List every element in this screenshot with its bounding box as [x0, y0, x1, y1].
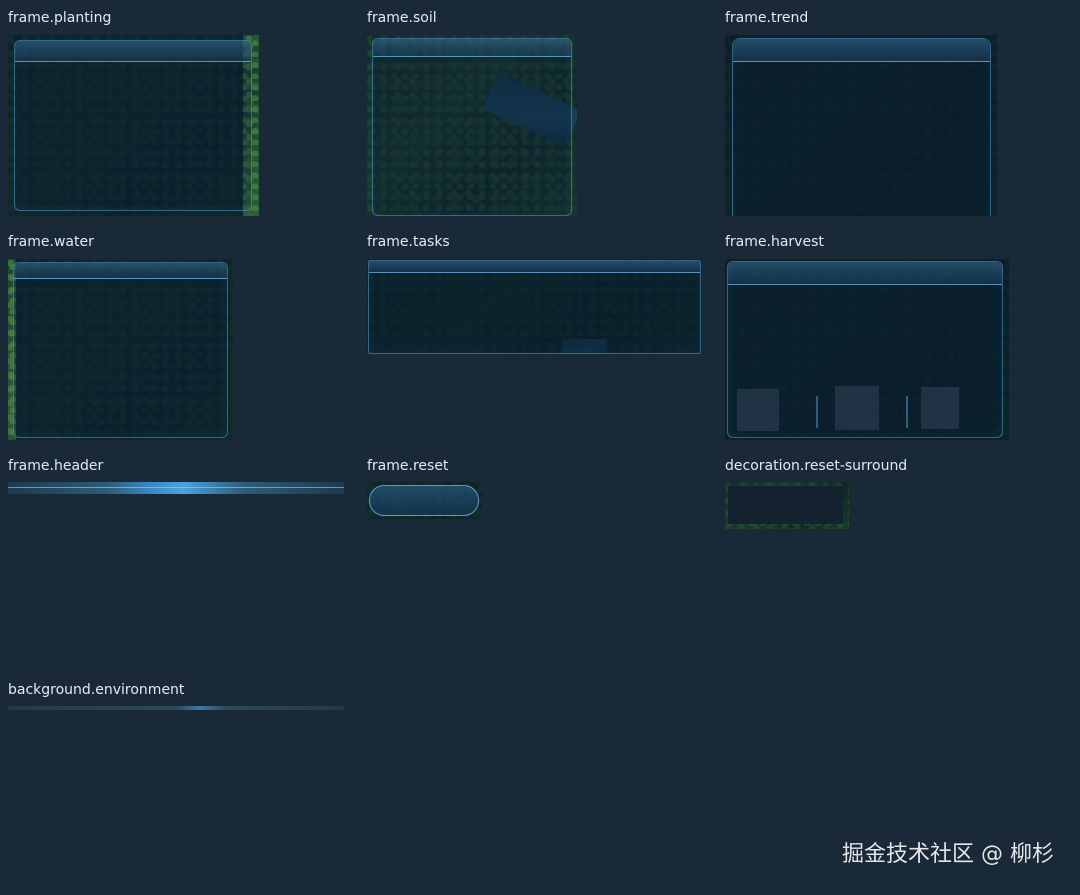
- panel-header: [733, 39, 990, 62]
- inner-fill: [728, 486, 843, 524]
- label-frame-reset: frame.reset: [367, 458, 449, 474]
- reset-button-frame: [369, 485, 479, 516]
- label-frame-planting: frame.planting: [8, 10, 112, 26]
- divider-line: [816, 396, 818, 428]
- watermark: 掘金技术社区 @ 柳杉: [842, 842, 1054, 867]
- background-environment-thumbnail[interactable]: [8, 706, 344, 710]
- frame-reset-thumbnail[interactable]: [367, 482, 482, 519]
- frame-tasks-thumbnail[interactable]: [367, 259, 702, 354]
- frame-soil-thumbnail[interactable]: [367, 35, 577, 216]
- panel-header: [15, 41, 251, 62]
- label-frame-tasks: frame.tasks: [367, 234, 450, 250]
- panel-header: [728, 262, 1002, 285]
- panel-frame: [372, 38, 572, 216]
- frame-water-thumbnail[interactable]: [8, 259, 233, 440]
- panel-frame: [14, 40, 252, 211]
- label-background-environment: background.environment: [8, 682, 185, 698]
- label-frame-water: frame.water: [8, 234, 94, 250]
- frame-header-thumbnail[interactable]: [8, 482, 344, 494]
- panel-frame: [732, 38, 991, 216]
- panel-header: [14, 263, 227, 279]
- frame-trend-thumbnail[interactable]: [725, 35, 997, 216]
- label-frame-header: frame.header: [8, 458, 104, 474]
- stat-box: [835, 386, 879, 430]
- divider-line: [906, 396, 908, 428]
- panel-frame: [13, 262, 228, 438]
- label-frame-harvest: frame.harvest: [725, 234, 824, 250]
- label-frame-trend: frame.trend: [725, 10, 809, 26]
- frame-harvest-thumbnail[interactable]: [725, 259, 1009, 440]
- stat-box: [737, 389, 779, 431]
- label-decoration-reset-surround: decoration.reset-surround: [725, 458, 908, 474]
- frame-planting-thumbnail[interactable]: [8, 35, 259, 216]
- stat-box: [921, 387, 959, 429]
- panel-frame: [368, 260, 701, 354]
- decoration-reset-surround-thumbnail[interactable]: [725, 482, 849, 529]
- header-line: [8, 487, 344, 488]
- label-frame-soil: frame.soil: [367, 10, 437, 26]
- panel-header: [373, 39, 571, 57]
- panel-header: [369, 261, 700, 273]
